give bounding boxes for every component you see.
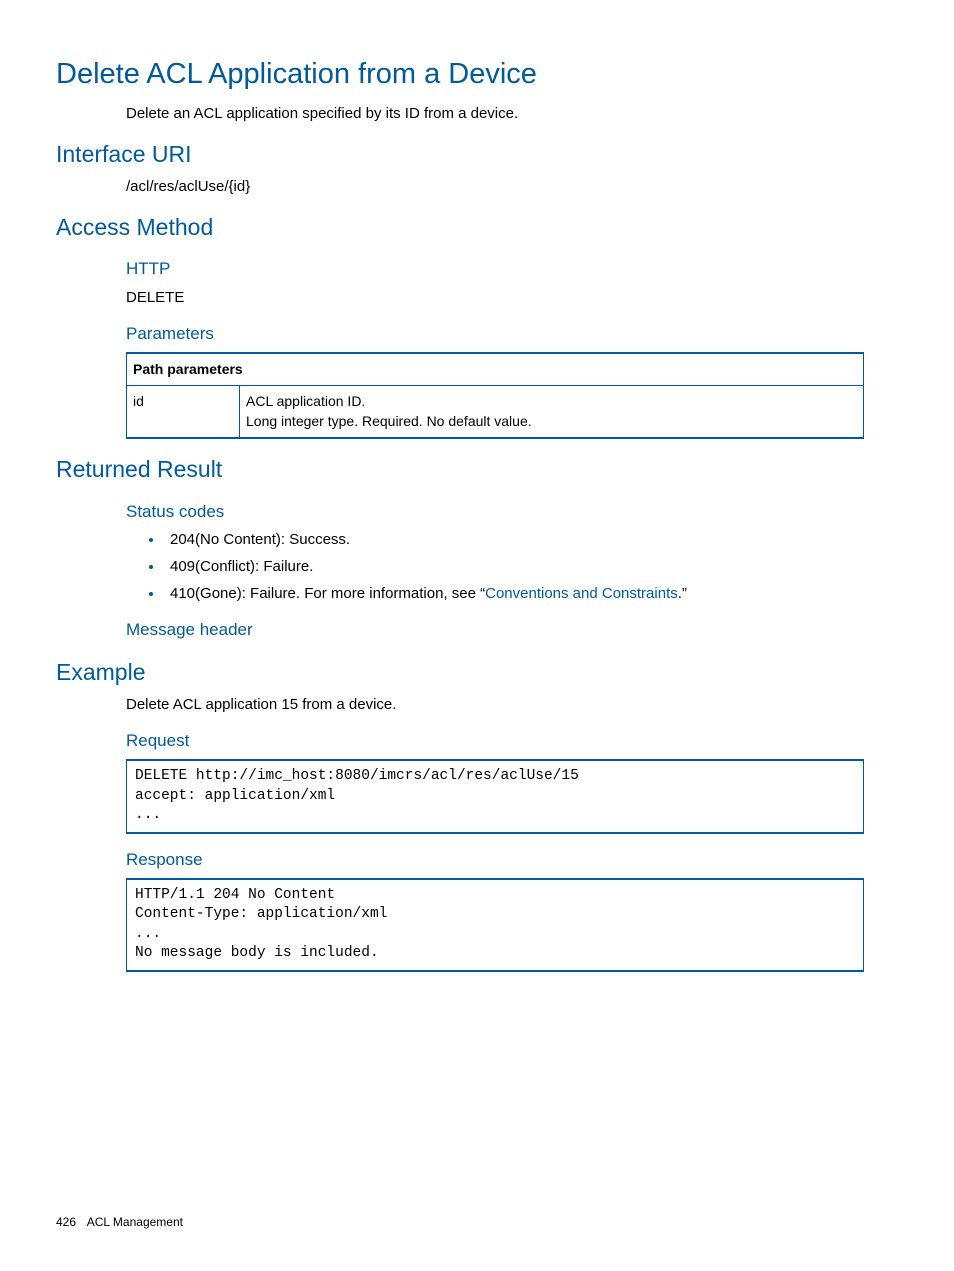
section-access-method: Access Method [56,211,898,243]
param-name-cell: id [127,386,240,439]
section-interface-uri: Interface URI [56,138,898,170]
sub-http: HTTP [126,257,898,281]
interface-uri-value: /acl/res/aclUse/{id} [126,176,898,197]
sub-request: Request [126,729,898,753]
table-row: id ACL application ID. Long integer type… [127,386,864,439]
section-returned-result: Returned Result [56,453,898,485]
page-title: Delete ACL Application from a Device [56,54,898,95]
sub-response: Response [126,848,898,872]
response-code-block: HTTP/1.1 204 No Content Content-Type: ap… [126,878,864,972]
page-footer: 426 ACL Management [56,1214,183,1231]
section-example: Example [56,656,898,688]
page-intro: Delete an ACL application specified by i… [126,103,898,124]
example-intro: Delete ACL application 15 from a device. [126,694,898,715]
sub-parameters: Parameters [126,322,898,346]
footer-section: ACL Management [87,1215,183,1229]
status-410-suffix: .” [678,585,687,602]
param-desc-cell: ACL application ID. Long integer type. R… [240,386,864,439]
list-item: 204(No Content): Success. [164,529,898,550]
param-desc-line2: Long integer type. Required. No default … [246,412,857,432]
list-item: 409(Conflict): Failure. [164,556,898,577]
param-desc-line1: ACL application ID. [246,392,857,412]
list-item: 410(Gone): Failure. For more information… [164,583,898,604]
conventions-link[interactable]: Conventions and Constraints [485,585,678,602]
status-code-list: 204(No Content): Success. 409(Conflict):… [126,529,898,604]
sub-message-header: Message header [126,618,898,642]
request-code-block: DELETE http://imc_host:8080/imcrs/acl/re… [126,759,864,834]
http-method-value: DELETE [126,287,898,308]
page-number: 426 [56,1215,76,1229]
parameters-table: Path parameters id ACL application ID. L… [126,352,864,440]
status-410-prefix: 410(Gone): Failure. For more information… [170,585,485,602]
sub-status-codes: Status codes [126,500,898,524]
table-header: Path parameters [127,353,864,386]
